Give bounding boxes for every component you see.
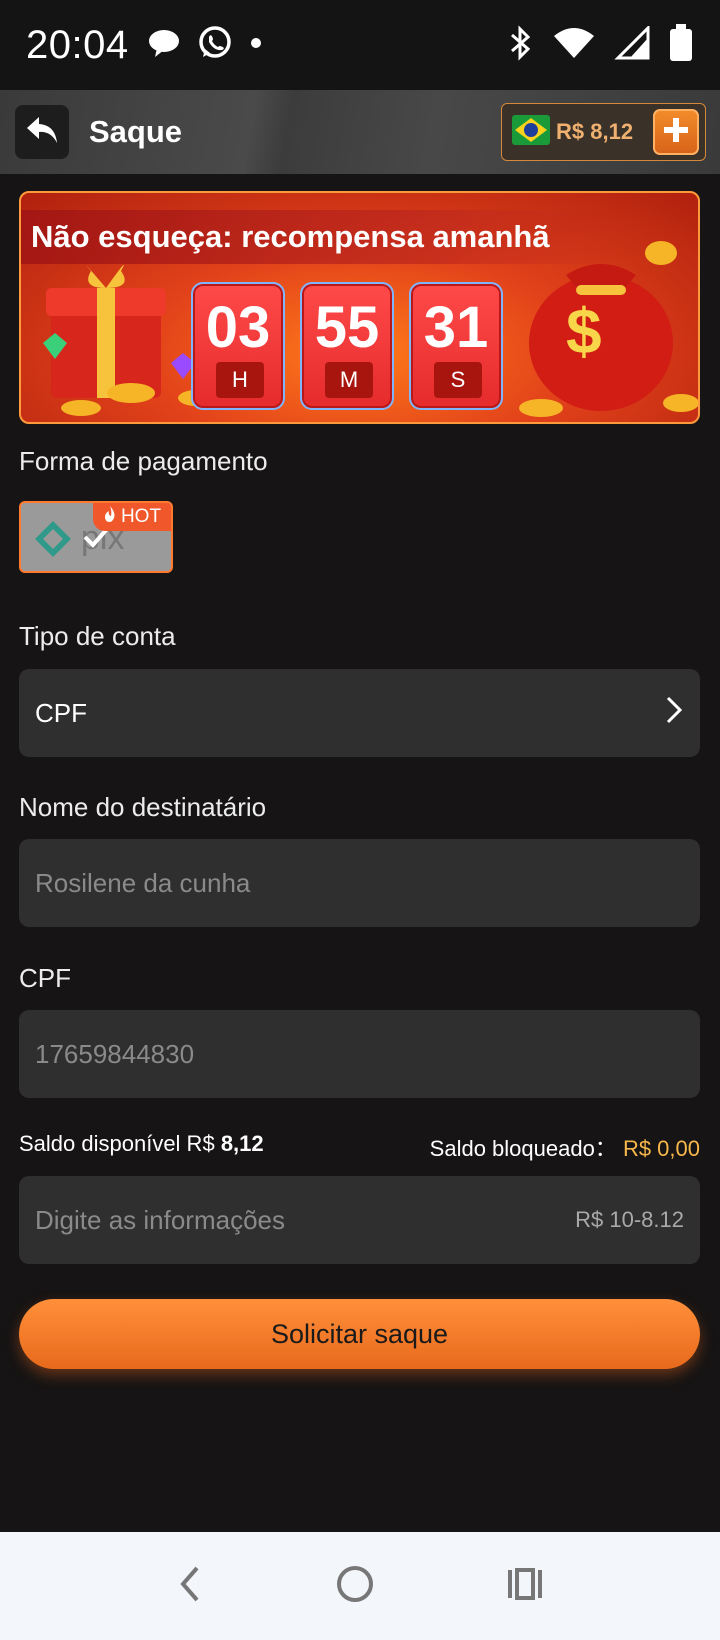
dot-icon <box>249 36 263 55</box>
nav-back-icon[interactable] <box>175 1564 205 1609</box>
pix-payment-option[interactable]: pix HOT <box>19 501 173 573</box>
timer-seconds: 31 S <box>409 282 503 410</box>
balance-summary: Saldo disponível R$ 8,12 Saldo bloqueado… <box>19 1131 700 1163</box>
wifi-icon <box>552 26 596 65</box>
payment-method-label: Forma de pagamento <box>19 446 268 476</box>
add-funds-button[interactable] <box>653 109 699 155</box>
nav-recents-icon[interactable] <box>505 1564 545 1609</box>
chevron-right-icon <box>664 695 684 732</box>
blocked-balance: Saldo bloqueado： R$ 0,00 <box>430 1131 700 1163</box>
status-bar: 20:04 <box>0 0 720 90</box>
recipient-name-value: Rosilene da cunha <box>35 867 251 898</box>
cpf-label: CPF <box>19 963 71 993</box>
timer-hours-unit: H <box>216 362 264 398</box>
account-type-label: Tipo de conta <box>19 621 176 651</box>
timer-seconds-value: 31 <box>423 295 489 360</box>
app-header: Saque R$ 8,12 <box>0 90 720 174</box>
blocked-balance-amount: R$ 0,00 <box>622 1136 700 1161</box>
battery-icon <box>668 23 694 68</box>
timer-minutes: 55 M <box>300 282 394 410</box>
balance-widget[interactable]: R$ 8,12 <box>501 103 706 161</box>
hot-badge-label: HOT <box>120 506 162 527</box>
request-withdrawal-button[interactable]: Solicitar saque <box>19 1299 700 1369</box>
header-balance: R$ 8,12 <box>556 119 634 144</box>
signal-icon <box>614 23 650 65</box>
status-time: 20:04 <box>26 22 129 67</box>
cpf-field[interactable]: 17659844830 <box>19 1010 700 1098</box>
account-type-value: CPF <box>35 697 87 728</box>
system-nav-bar <box>0 1532 720 1640</box>
svg-text:$: $ <box>566 295 602 367</box>
brazil-flag-icon <box>512 114 550 150</box>
bluetooth-icon <box>506 24 534 66</box>
hot-badge: HOT <box>93 503 171 531</box>
recipient-name-field[interactable]: Rosilene da cunha <box>19 839 700 927</box>
withdraw-range-hint: R$ 10-8.12 <box>575 1207 684 1232</box>
reward-banner[interactable]: $ Não esqueça: recompensa amanhã 03 H 55… <box>19 191 700 424</box>
available-balance: Saldo disponível R$ 8,12 <box>19 1131 264 1163</box>
timer-hours: 03 H <box>191 282 285 410</box>
account-type-select[interactable]: CPF <box>19 669 700 757</box>
nav-home-icon[interactable] <box>335 1564 375 1609</box>
available-balance-label: Saldo disponível R$ <box>19 1131 215 1156</box>
timer-hours-value: 03 <box>205 295 271 360</box>
timer-seconds-unit: S <box>434 362 482 398</box>
blocked-balance-label: Saldo bloqueado： <box>429 1136 617 1161</box>
available-balance-amount: 8,12 <box>220 1131 264 1156</box>
timer-minutes-value: 55 <box>314 295 380 360</box>
recipient-name-label: Nome do destinatário <box>19 792 267 822</box>
plus-icon <box>663 117 689 148</box>
whatsapp-icon <box>197 25 233 66</box>
timer-minutes-unit: M <box>325 362 373 398</box>
back-button[interactable] <box>15 105 69 159</box>
banner-title: Não esqueça: recompensa amanhã <box>31 219 550 254</box>
chat-bubble-icon <box>147 28 181 63</box>
flame-icon <box>103 505 117 529</box>
back-arrow-icon <box>25 115 59 150</box>
cpf-value: 17659844830 <box>35 1038 195 1069</box>
withdraw-amount-input[interactable]: Digite as informações R$ 10-8.12 <box>19 1176 700 1264</box>
withdraw-amount-placeholder: Digite as informações <box>35 1204 285 1235</box>
page-title: Saque <box>89 114 183 149</box>
